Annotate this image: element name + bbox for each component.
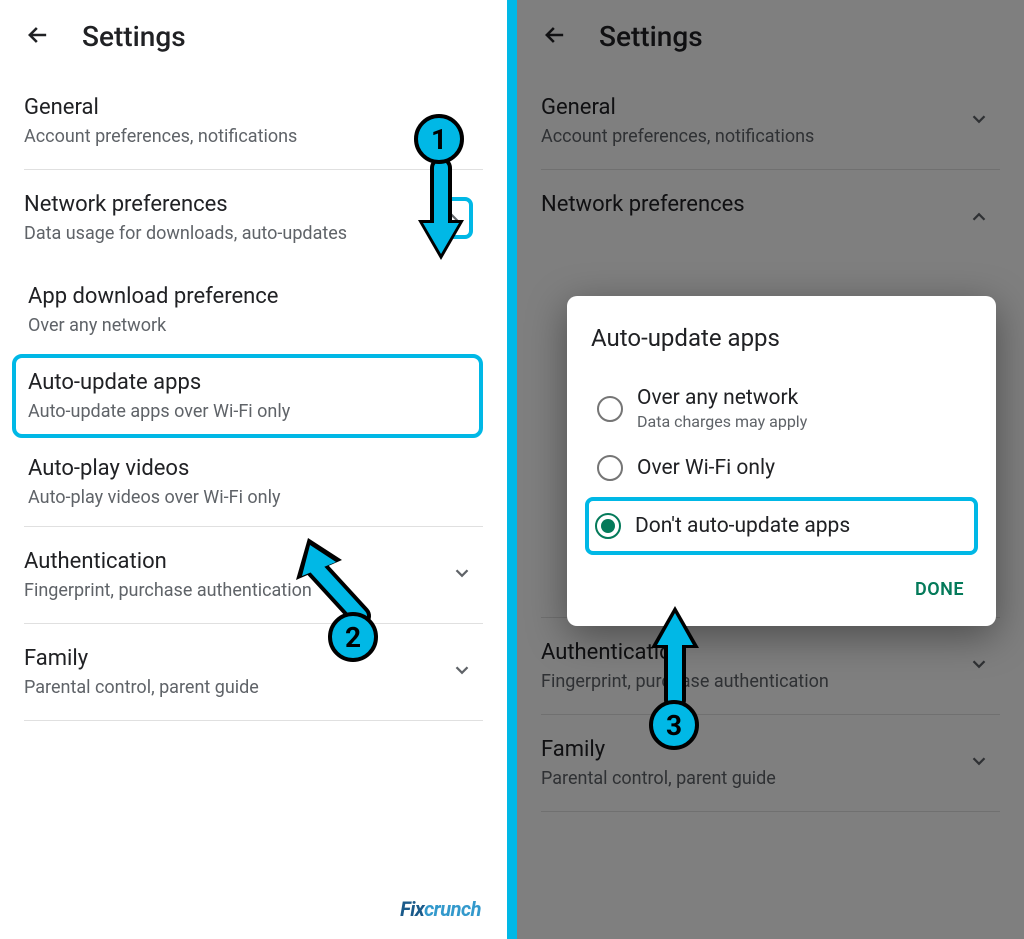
radio-checked-icon (595, 513, 621, 539)
watermark-crunch: crunch (424, 897, 481, 921)
annotation-badge-1: 1 (414, 114, 464, 164)
annotation-badge-3: 3 (649, 700, 699, 750)
radio-over-any-network[interactable]: Over any network Data charges may apply (591, 374, 972, 443)
section-authentication[interactable]: Authentication Fingerprint, purchase aut… (541, 618, 1000, 714)
annotation-arrow-up-icon (635, 598, 715, 708)
radio-unchecked-icon (597, 396, 623, 422)
section-subtitle: Account preferences, notifications (541, 126, 1000, 147)
section-subtitle: Fingerprint, purchase authentication (24, 580, 483, 601)
item-title: Auto-update apps (28, 370, 467, 395)
chevron-down-icon (451, 562, 473, 588)
item-subtitle: Auto-update apps over Wi-Fi only (28, 401, 467, 422)
item-subtitle: Auto-play videos over Wi-Fi only (28, 487, 483, 508)
section-general[interactable]: General Account preferences, notificatio… (24, 73, 483, 169)
radio-unchecked-icon (597, 455, 623, 481)
settings-screen-expanded: Settings General Account preferences, no… (0, 0, 507, 939)
radio-sublabel: Data charges may apply (637, 412, 807, 431)
section-family[interactable]: Family Parental control, parent guide (24, 624, 483, 720)
chevron-down-icon (968, 108, 990, 134)
section-title: Authentication (541, 640, 1000, 665)
dialog-title: Auto-update apps (591, 324, 972, 352)
section-subtitle: Parental control, parent guide (541, 768, 1000, 789)
section-title: Authentication (24, 549, 483, 574)
settings-header: Settings (0, 0, 507, 73)
divider (24, 720, 483, 721)
section-family[interactable]: Family Parental control, parent guide (541, 715, 1000, 811)
watermark-fix: Fix (400, 897, 424, 921)
settings-header: Settings (517, 0, 1024, 73)
section-title: General (541, 95, 1000, 120)
auto-update-dialog: Auto-update apps Over any network Data c… (567, 296, 996, 626)
section-network[interactable]: Network preferences (541, 170, 1000, 267)
settings-screen-dialog: Settings General Account preferences, no… (517, 0, 1024, 939)
item-title: Auto-play videos (28, 456, 483, 481)
watermark: Fixcrunch (400, 897, 481, 921)
radio-over-wifi-only[interactable]: Over Wi-Fi only (591, 443, 972, 493)
page-title: Settings (82, 20, 186, 53)
radio-dont-auto-update-highlighted[interactable]: Don't auto-update apps (585, 497, 978, 555)
radio-label: Over Wi-Fi only (637, 456, 775, 480)
section-authentication[interactable]: Authentication Fingerprint, purchase aut… (24, 527, 483, 623)
section-subtitle: Fingerprint, purchase authentication (541, 671, 1000, 692)
chevron-down-icon (968, 653, 990, 679)
page-title: Settings (599, 20, 703, 53)
item-autoplay[interactable]: Auto-play videos Auto-play videos over W… (24, 438, 483, 526)
annotation-arrow-down-icon (406, 160, 476, 270)
section-title: General (24, 95, 483, 120)
radio-label: Over any network (637, 386, 807, 410)
divider (541, 811, 1000, 812)
chevron-up-icon (968, 206, 990, 232)
item-app-download[interactable]: App download preference Over any network (24, 266, 483, 354)
chevron-down-icon (968, 750, 990, 776)
item-subtitle: Over any network (28, 315, 483, 336)
radio-label: Don't auto-update apps (635, 514, 850, 538)
done-button[interactable]: DONE (907, 569, 972, 610)
back-arrow-icon[interactable] (24, 21, 52, 53)
item-auto-update-highlighted[interactable]: Auto-update apps Auto-update apps over W… (12, 354, 483, 438)
annotation-badge-2: 2 (328, 612, 378, 662)
section-subtitle: Parental control, parent guide (24, 677, 483, 698)
section-title: Network preferences (541, 192, 1000, 217)
chevron-down-icon (451, 659, 473, 685)
back-arrow-icon[interactable] (541, 21, 569, 53)
item-title: App download preference (28, 284, 483, 309)
section-general[interactable]: General Account preferences, notificatio… (541, 73, 1000, 169)
section-title: Family (541, 737, 1000, 762)
section-title: Family (24, 646, 483, 671)
